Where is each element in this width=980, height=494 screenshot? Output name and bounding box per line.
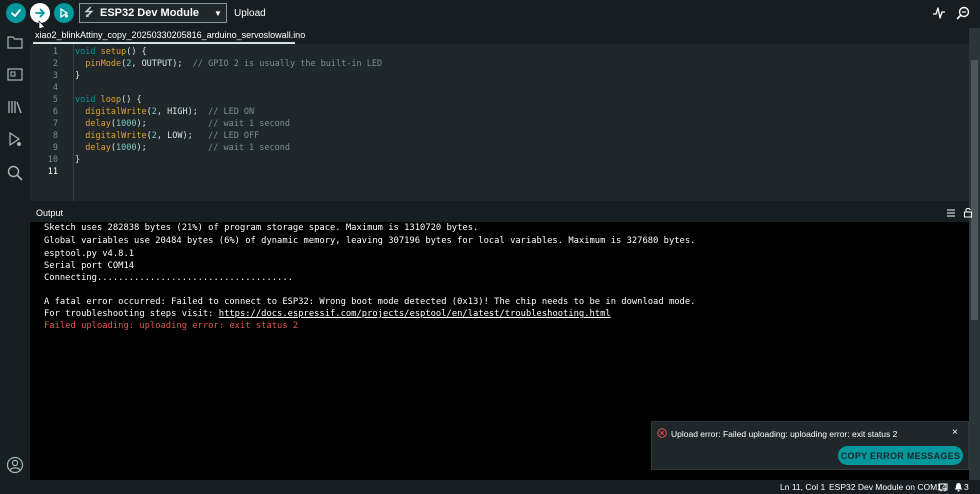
code-text: , OUTPUT);: [131, 59, 193, 69]
output-line: Sketch uses 282838 bytes (21%) of progra…: [44, 223, 479, 233]
code-comment: // wait 1 second: [208, 143, 290, 153]
line-number: 1: [52, 47, 58, 57]
chevron-down-icon: ▼: [214, 8, 222, 18]
code-comment: // LED ON: [208, 107, 255, 117]
cursor-position: Ln 11, Col 1: [780, 482, 826, 492]
board-port-status[interactable]: ESP32 Dev Module on COM14: [829, 482, 947, 493]
code-number: 1000: [115, 119, 137, 129]
search-icon[interactable]: [6, 164, 24, 182]
usb-icon: ⭍: [84, 6, 94, 19]
code-line: digitalWrite(2, HIGH); // LED ON: [75, 106, 254, 118]
verify-button[interactable]: [6, 3, 26, 23]
line-number: 10: [47, 155, 58, 165]
code-line: pinMode(2, OUTPUT); // GPIO 2 is usually…: [75, 58, 382, 70]
code-text: () {: [121, 95, 142, 105]
notification-message: Upload error: Failed uploading: uploadin…: [671, 429, 898, 439]
code-keyword: void: [75, 95, 96, 105]
code-text: , LOW);: [156, 131, 209, 141]
copy-error-messages-button[interactable]: COPY ERROR MESSAGES: [838, 446, 963, 465]
line-number: 2: [52, 59, 58, 69]
code-function: setup: [100, 47, 127, 57]
code-function: delay: [85, 143, 111, 153]
code-function: loop: [100, 95, 122, 105]
line-number-active: 11: [47, 167, 58, 177]
code-keyword: void: [75, 47, 96, 57]
serial-plug-icon: [938, 483, 948, 492]
close-icon[interactable]: ×: [952, 427, 958, 438]
boards-icon[interactable]: [6, 65, 24, 83]
code-line: digitalWrite(2, LOW); // LED OFF: [75, 130, 259, 142]
code-function: digitalWrite: [85, 131, 147, 141]
output-line: esptool.py v4.8.1: [44, 249, 135, 259]
code-text: );: [136, 143, 209, 153]
library-icon[interactable]: [6, 98, 24, 116]
code-comment: // LED OFF: [208, 131, 260, 141]
code-function: pinMode: [85, 59, 122, 69]
output-line: Serial port COM14: [44, 261, 135, 271]
arrow-right-icon: [35, 8, 45, 18]
serial-monitor-icon[interactable]: [955, 5, 971, 21]
line-number: 4: [52, 83, 58, 93]
code-text: () {: [126, 47, 147, 57]
line-number: 6: [52, 107, 58, 117]
code-line: }: [75, 155, 81, 165]
code-line: void setup() {: [75, 46, 147, 58]
code-function: digitalWrite: [85, 107, 147, 117]
line-number: 8: [52, 131, 58, 141]
code-function: delay: [85, 119, 111, 129]
scrollbar-thumb[interactable]: [971, 60, 978, 320]
gutter-divider: [73, 44, 74, 201]
output-line: For troubleshooting steps visit: https:/…: [44, 308, 611, 320]
upload-tooltip-label: Upload: [234, 8, 266, 19]
pulse-icon[interactable]: [932, 6, 946, 20]
folder-icon[interactable]: [6, 33, 24, 51]
line-number: 5: [52, 95, 58, 105]
code-text: );: [136, 119, 209, 129]
code-line: delay(1000); // wait 1 second: [75, 142, 290, 154]
code-number: 1000: [115, 143, 137, 153]
code-line: }: [75, 71, 81, 81]
output-line: Connecting..............................…: [44, 273, 293, 283]
output-line: Global variables use 20484 bytes (6%) of…: [44, 236, 696, 246]
error-circle-icon: [657, 428, 667, 438]
clear-output-icon[interactable]: [946, 208, 956, 218]
output-header: [30, 205, 969, 222]
debug-sidebar-icon[interactable]: [6, 130, 24, 148]
board-selector[interactable]: ⭍ ESP32 Dev Module ▼: [79, 3, 227, 23]
lock-icon[interactable]: [963, 207, 973, 218]
debug-button[interactable]: [54, 3, 74, 23]
check-icon: [11, 9, 21, 17]
code-line: void loop() {: [75, 94, 142, 106]
debug-icon: [60, 7, 69, 19]
output-title: Output: [36, 208, 64, 218]
code-comment: // GPIO 2 is usually the built-in LED: [192, 59, 383, 69]
code-comment: // wait 1 second: [208, 119, 290, 129]
line-number: 9: [52, 143, 58, 153]
tab-sketch-file[interactable]: xiao2_blinkAttiny_copy_20250330205816_ar…: [35, 29, 305, 42]
output-line: A fatal error occurred: Failed to connec…: [44, 297, 696, 307]
troubleshooting-link[interactable]: https://docs.espressif.com/projects/espt…: [219, 309, 611, 319]
code-line: delay(1000); // wait 1 second: [75, 118, 290, 130]
account-icon[interactable]: [6, 456, 24, 474]
code-text: , HIGH);: [156, 107, 209, 117]
board-name: ESP32 Dev Module: [100, 7, 200, 19]
line-number: 3: [52, 71, 58, 81]
bell-icon[interactable]: [954, 482, 963, 492]
notification-count: 3: [964, 482, 969, 492]
output-error-line: Failed uploading: uploading error: exit …: [44, 321, 299, 331]
output-text: For troubleshooting steps visit:: [44, 309, 219, 319]
line-number: 7: [52, 119, 58, 129]
